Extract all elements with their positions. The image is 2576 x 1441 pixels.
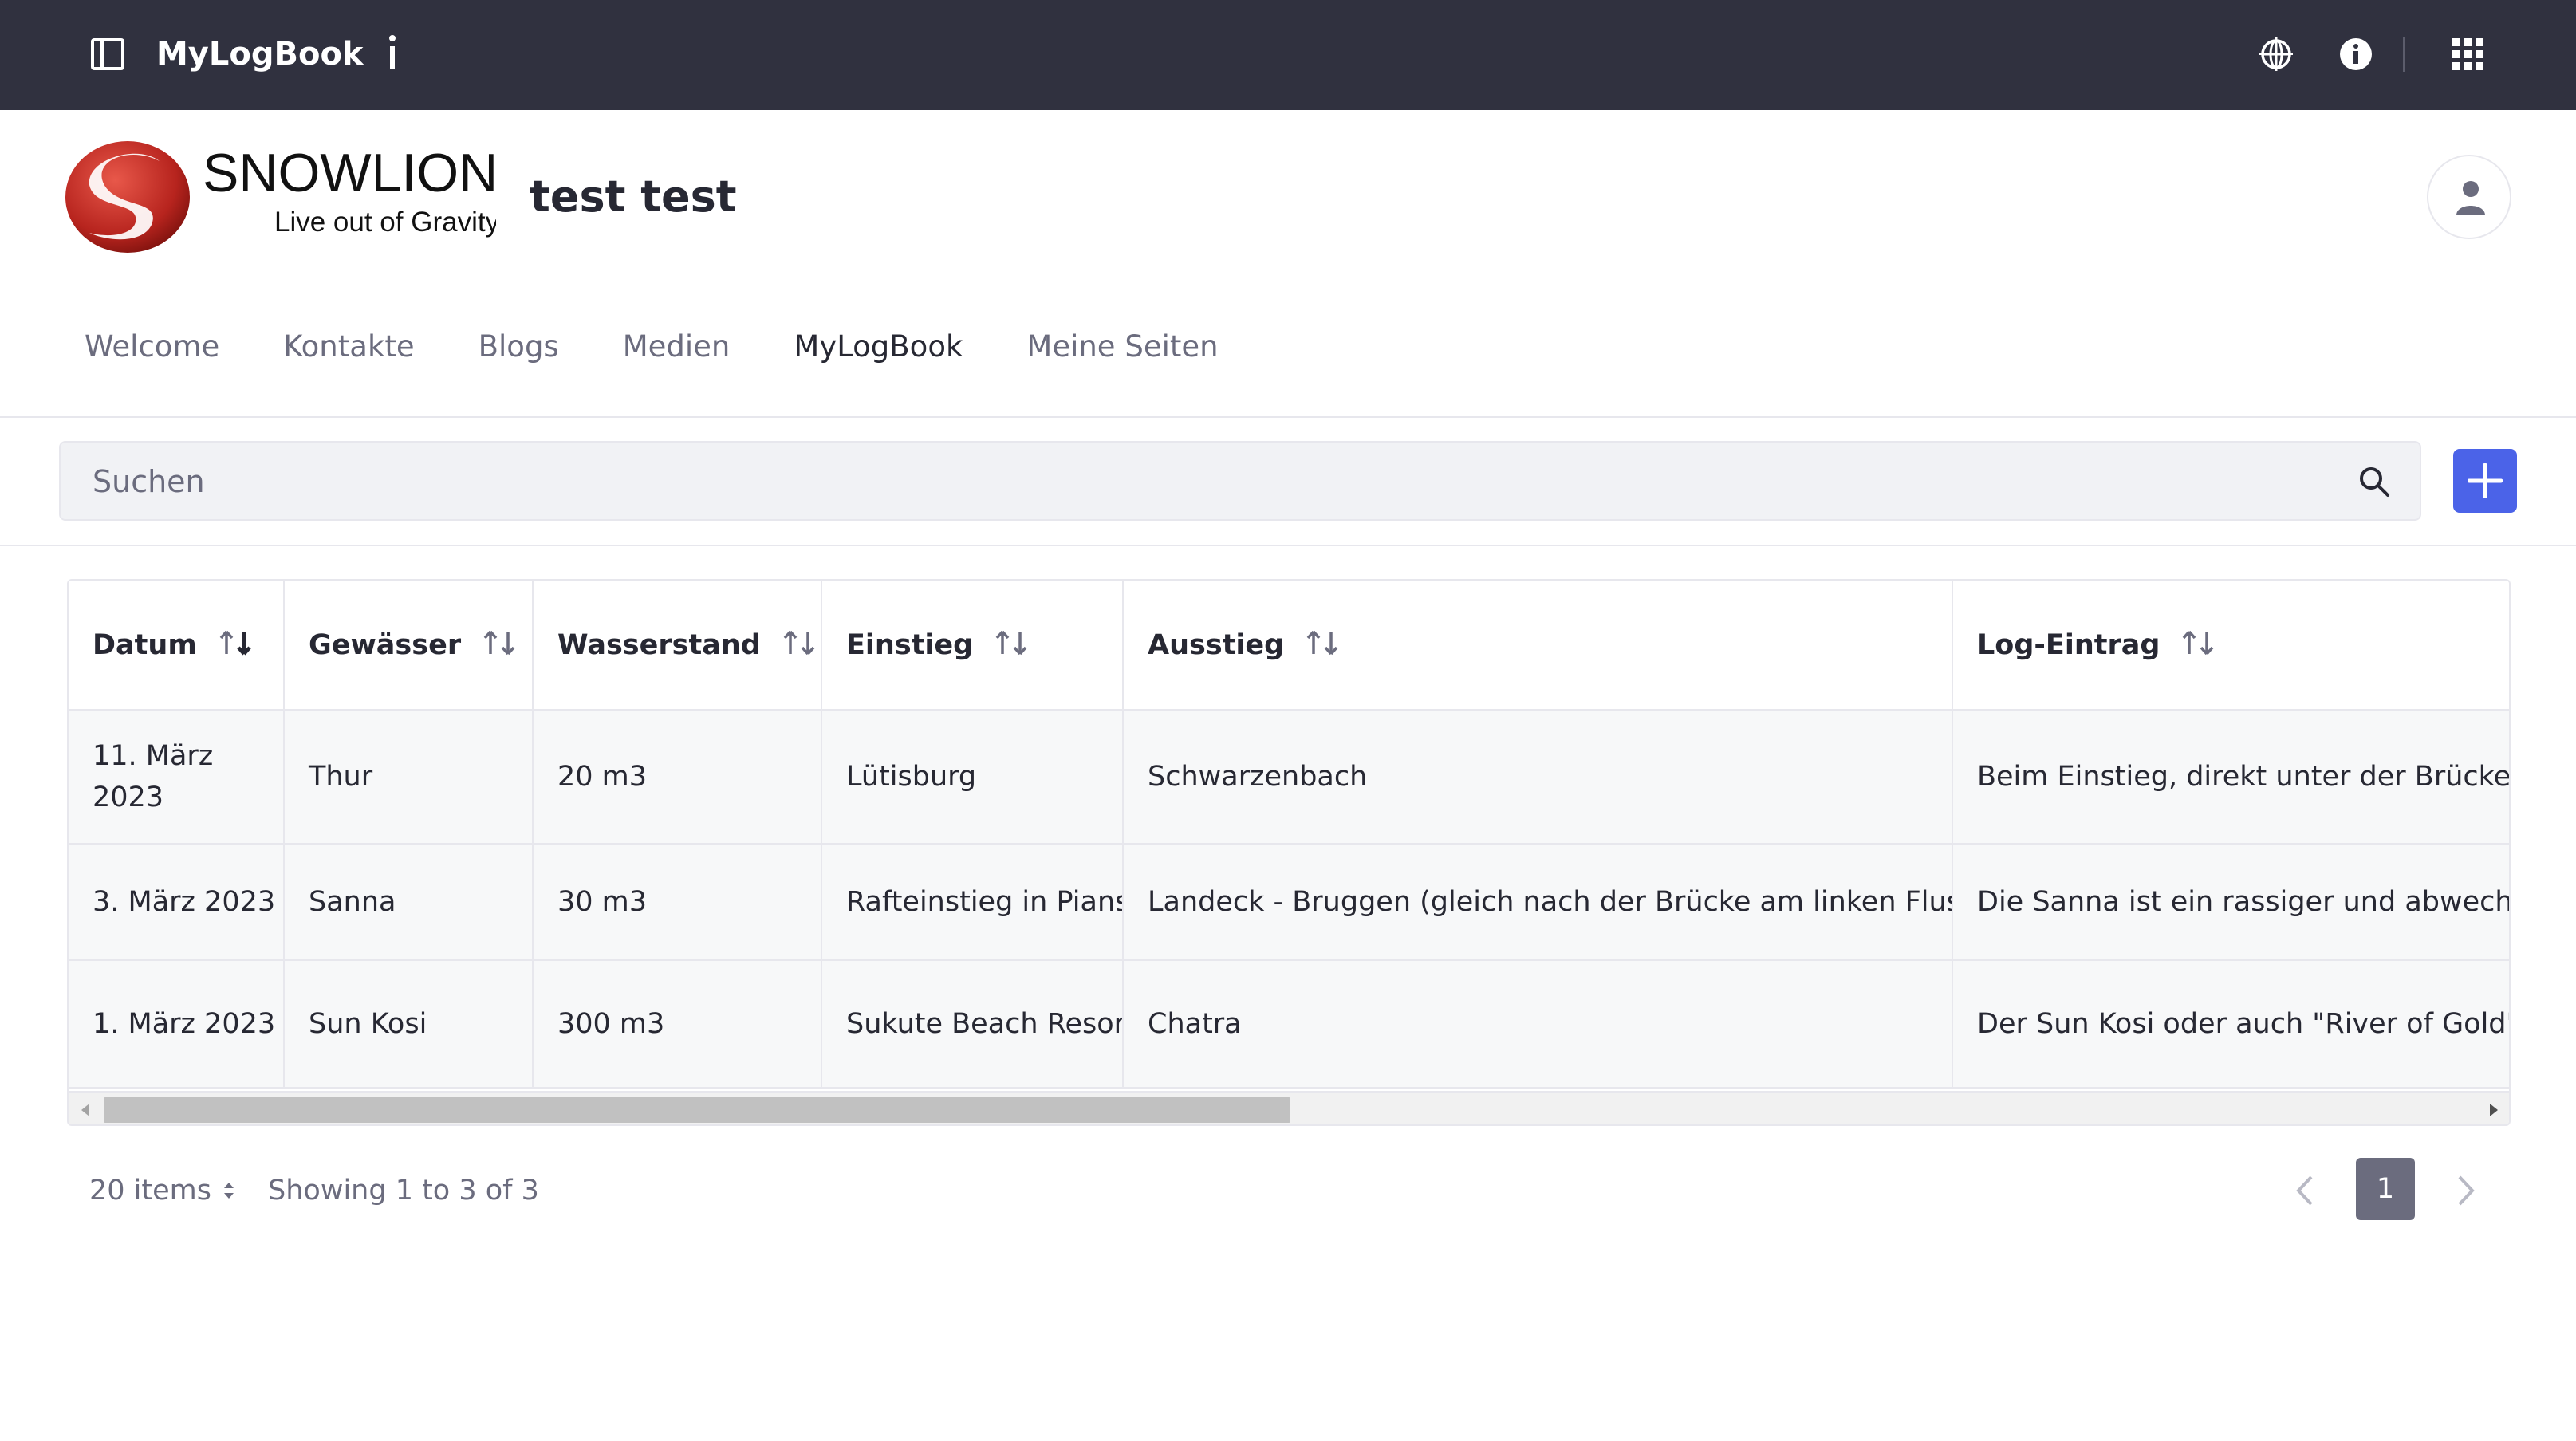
nav-item-meine-seiten[interactable]: Meine Seiten — [1006, 319, 1239, 375]
sort-icon[interactable] — [994, 628, 1029, 657]
site-navigation: Welcome Kontakte Blogs Medien MyLogBook … — [64, 319, 1262, 375]
apps-grid-icon[interactable] — [2450, 37, 2485, 72]
scroll-right-icon[interactable] — [2488, 1102, 2499, 1118]
column-header-einstieg[interactable]: Einstieg — [821, 581, 1124, 711]
logo-tagline: Live out of Gravity — [274, 207, 496, 238]
cell-ausstieg: Chatra — [1123, 960, 1953, 1089]
user-avatar-button[interactable] — [2427, 155, 2511, 239]
table-header-row: Datum Gewässer Wasserstand Einstieg Auss… — [69, 581, 2509, 711]
sort-icon[interactable] — [482, 628, 517, 657]
cell-wasserstand: 30 m3 — [533, 844, 822, 961]
search-placeholder: Suchen — [93, 464, 205, 499]
chevron-right-icon[interactable] — [2450, 1171, 2482, 1211]
items-per-page-label: 20 items — [89, 1175, 211, 1207]
cell-einstieg: Sukute Beach Resort — [821, 960, 1124, 1089]
plus-icon — [2468, 463, 2503, 498]
site-name: test test — [530, 171, 737, 222]
sort-icon[interactable] — [2180, 628, 2216, 657]
horizontal-scrollbar[interactable] — [69, 1091, 2509, 1124]
sort-icon[interactable] — [1305, 628, 1340, 657]
nav-item-mylogbook[interactable]: MyLogBook — [773, 319, 983, 375]
info-icon[interactable] — [383, 32, 402, 73]
cell-einstieg: Rafteinstieg in Pians — [821, 844, 1124, 961]
column-header-gewaesser[interactable]: Gewässer — [284, 581, 534, 711]
logbook-table-container: Datum Gewässer Wasserstand Einstieg Auss… — [67, 579, 2511, 1126]
items-per-page-select[interactable]: 20 items — [89, 1171, 235, 1211]
cell-gewaesser: Sun Kosi — [284, 960, 534, 1089]
toolbar-divider — [2403, 37, 2405, 72]
app-title: MyLogBook — [156, 36, 364, 73]
cell-ausstieg: Landeck - Bruggen (gleich nach der Brück… — [1123, 844, 1953, 961]
logo-text: SNOWLION — [203, 143, 496, 203]
toolbar-divider-line — [0, 545, 2576, 546]
sidebar-toggle-icon[interactable] — [89, 36, 126, 73]
cell-gewaesser: Sanna — [284, 844, 534, 961]
chevron-left-icon[interactable] — [2289, 1171, 2321, 1211]
cell-datum: 11. März 2023 — [69, 710, 285, 845]
cell-einstieg: Lütisburg — [821, 710, 1124, 845]
scrollbar-thumb[interactable] — [104, 1097, 1290, 1123]
column-header-ausstieg[interactable]: Ausstieg — [1123, 581, 1953, 711]
cell-datum: 1. März 2023 — [69, 960, 285, 1089]
cell-gewaesser: Thur — [284, 710, 534, 845]
sort-icon[interactable] — [782, 628, 817, 657]
info-circle-icon[interactable] — [2338, 37, 2373, 72]
column-header-datum[interactable]: Datum — [69, 581, 285, 711]
globe-icon[interactable] — [2259, 37, 2294, 72]
scroll-left-icon[interactable] — [80, 1102, 91, 1118]
column-header-wasserstand[interactable]: Wasserstand — [533, 581, 822, 711]
cell-datum: 3. März 2023 — [69, 844, 285, 961]
cell-log-eintrag: Beim Einstieg, direkt unter der Brücke b… — [1952, 710, 2509, 845]
cell-log-eintrag: Der Sun Kosi oder auch "River of Gold" g… — [1952, 960, 2509, 1089]
cell-wasserstand: 300 m3 — [533, 960, 822, 1089]
control-menu: MyLogBook — [0, 0, 2576, 110]
add-entry-button[interactable] — [2453, 449, 2517, 513]
sort-desc-icon[interactable] — [218, 628, 253, 657]
snowlion-logo[interactable]: SNOWLION Live out of Gravity — [65, 137, 496, 257]
nav-item-medien[interactable]: Medien — [602, 319, 751, 375]
search-input[interactable]: Suchen — [59, 441, 2421, 521]
user-icon — [2456, 181, 2485, 215]
pagination-results: Showing 1 to 3 of 3 — [268, 1175, 539, 1207]
cell-log-eintrag: Die Sanna ist ein rassiger und abwechslu… — [1952, 844, 2509, 961]
cell-wasserstand: 20 m3 — [533, 710, 822, 845]
nav-item-welcome[interactable]: Welcome — [64, 319, 240, 375]
logbook-table: Datum Gewässer Wasserstand Einstieg Auss… — [69, 581, 2509, 1089]
search-icon[interactable] — [2357, 465, 2391, 498]
nav-divider — [0, 416, 2576, 418]
table-row[interactable]: 3. März 2023 Sanna 30 m3 Rafteinstieg in… — [69, 844, 2509, 961]
table-row[interactable]: 1. März 2023 Sun Kosi 300 m3 Sukute Beac… — [69, 960, 2509, 1089]
column-header-log-eintrag[interactable]: Log-Eintrag — [1952, 581, 2509, 711]
table-row[interactable]: 11. März 2023 Thur 20 m3 Lütisburg Schwa… — [69, 710, 2509, 845]
nav-item-kontakte[interactable]: Kontakte — [262, 319, 435, 375]
page-button-current[interactable]: 1 — [2356, 1158, 2415, 1220]
caret-double-icon — [223, 1183, 234, 1199]
nav-item-blogs[interactable]: Blogs — [458, 319, 580, 375]
cell-ausstieg: Schwarzenbach — [1123, 710, 1953, 845]
